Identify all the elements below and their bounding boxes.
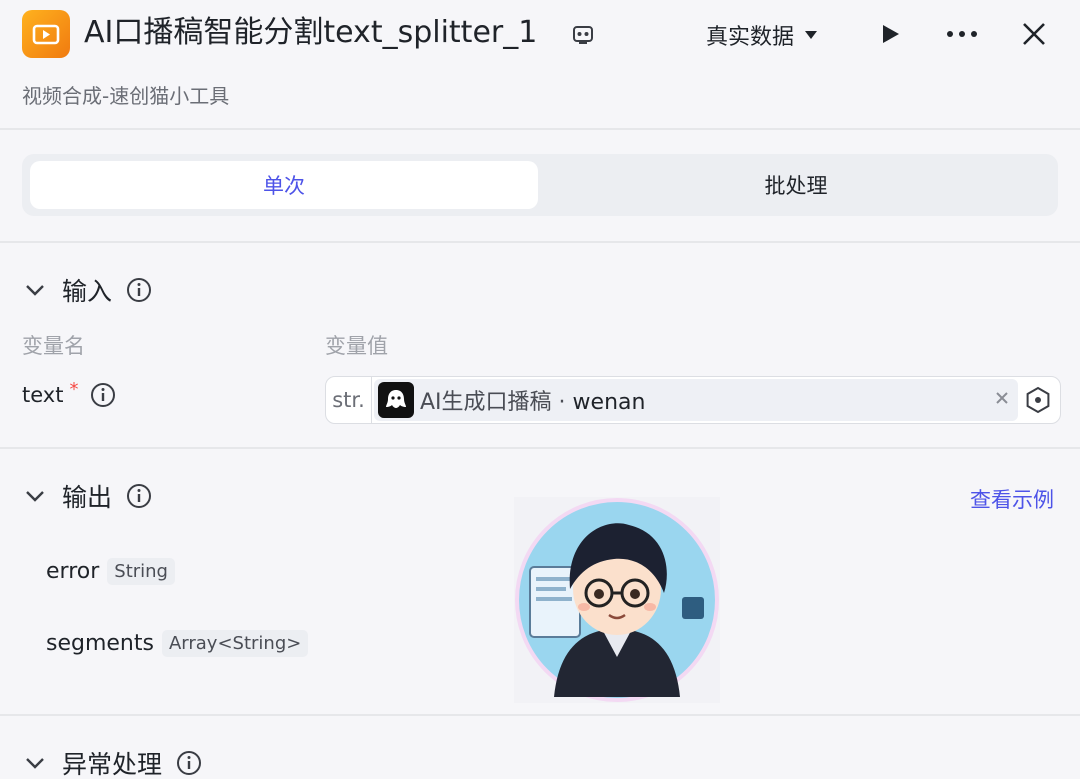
output-field-name: error bbox=[46, 559, 100, 584]
node-title[interactable]: AI口播稿智能分割text_splitter_1 bbox=[84, 12, 537, 54]
view-example-link[interactable]: 查看示例 bbox=[970, 484, 1054, 514]
presenter-avatar bbox=[514, 497, 720, 703]
reference-variable: wenan bbox=[572, 390, 646, 415]
run-mode-tabs: 单次 批处理 bbox=[22, 154, 1058, 216]
copy-id-icon[interactable] bbox=[570, 22, 596, 48]
chevron-down-icon[interactable] bbox=[22, 750, 48, 776]
video-app-icon bbox=[22, 10, 70, 58]
info-icon[interactable] bbox=[126, 483, 152, 509]
info-icon[interactable] bbox=[176, 750, 202, 776]
reference-source: AI生成口播稿 bbox=[420, 390, 552, 415]
variable-reference-chip[interactable]: AI生成口播稿 · wenan bbox=[374, 379, 1018, 421]
data-mode-select[interactable]: 真实数据 bbox=[706, 18, 818, 52]
variable-value-field[interactable]: str. AI生成口播稿 · wenan bbox=[325, 376, 1061, 424]
reference-text: AI生成口播稿 · wenan bbox=[420, 384, 645, 416]
input-section-title: 输入 bbox=[62, 277, 113, 306]
info-icon[interactable] bbox=[90, 382, 116, 408]
close-icon[interactable] bbox=[1014, 16, 1054, 52]
more-icon[interactable] bbox=[942, 16, 982, 52]
column-label-name: 变量名 bbox=[22, 334, 85, 358]
input-section-header: 输入 bbox=[22, 270, 152, 310]
clear-icon[interactable] bbox=[990, 385, 1014, 411]
tab-single[interactable]: 单次 bbox=[30, 161, 538, 209]
variable-name-text: text bbox=[22, 383, 64, 407]
output-section-header: 输出 bbox=[22, 476, 152, 516]
data-mode-label: 真实数据 bbox=[706, 25, 795, 50]
output-field-type: String bbox=[107, 558, 175, 585]
divider bbox=[0, 241, 1080, 243]
play-icon[interactable] bbox=[870, 16, 910, 52]
output-field-type: Array<String> bbox=[161, 630, 309, 657]
reference-separator: · bbox=[558, 390, 566, 415]
output-section-title: 输出 bbox=[62, 483, 113, 512]
output-field-name: segments bbox=[46, 631, 154, 656]
bot-avatar-icon bbox=[378, 382, 414, 418]
output-field-row: error String bbox=[46, 558, 175, 585]
tab-batch[interactable]: 批处理 bbox=[542, 161, 1050, 209]
chevron-down-icon[interactable] bbox=[22, 277, 48, 303]
divider bbox=[0, 128, 1080, 130]
exception-section-header: 异常处理 bbox=[22, 743, 202, 779]
divider bbox=[0, 447, 1080, 449]
input-variable-name: text * bbox=[22, 378, 116, 408]
type-prefix: str. bbox=[326, 377, 372, 423]
node-header: AI口播稿智能分割text_splitter_1 真实数据 视频合成-速创猫小工… bbox=[0, 0, 1080, 128]
caret-down-icon bbox=[805, 31, 818, 39]
exception-section-title: 异常处理 bbox=[62, 750, 163, 779]
required-mark: * bbox=[69, 378, 79, 400]
node-subtitle: 视频合成-速创猫小工具 bbox=[22, 84, 230, 108]
info-icon[interactable] bbox=[126, 277, 152, 303]
variable-picker-icon[interactable] bbox=[1024, 386, 1052, 414]
divider bbox=[0, 714, 1080, 716]
chevron-down-icon[interactable] bbox=[22, 483, 48, 509]
output-field-row: segments Array<String> bbox=[46, 630, 309, 657]
column-label-value: 变量值 bbox=[325, 334, 388, 358]
